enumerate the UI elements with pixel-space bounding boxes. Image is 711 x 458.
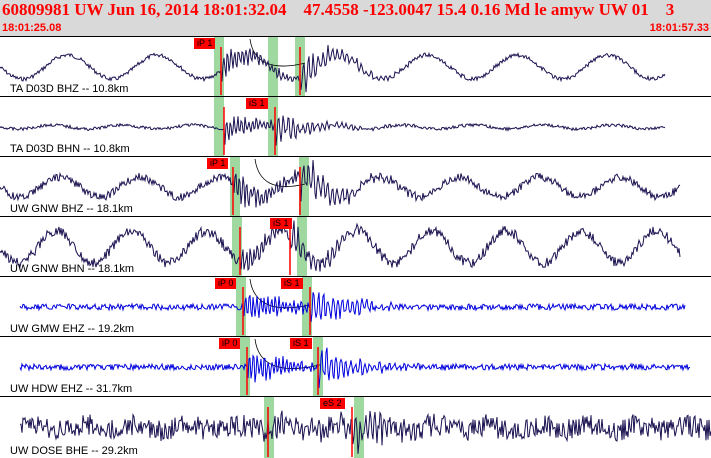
event-info-line: 60809981 UW Jun 16, 2014 18:01:32.04 47.… xyxy=(2,0,675,19)
window-start-time: 18:01:25.08 xyxy=(2,22,62,34)
p-pick-marker[interactable]: iP 0 xyxy=(215,278,237,289)
s-pick-marker[interactable]: iS 1 xyxy=(270,218,292,229)
trace-label: UW GMW EHZ -- 19.2km xyxy=(10,323,135,335)
trace-label: TA D03D BHZ -- 10.8km xyxy=(10,83,129,95)
trace-label: TA D03D BHN -- 10.8km xyxy=(10,143,130,155)
s-pick-marker[interactable]: eS 2 xyxy=(320,398,345,409)
window-end-time: 18:01:57.33 xyxy=(649,22,709,34)
event-header: 60809981 UW Jun 16, 2014 18:01:32.04 47.… xyxy=(0,0,711,36)
trace-panel-hdw-ehz[interactable]: iP 0 iS 1 UW HDW EHZ -- 31.7km xyxy=(0,336,711,396)
trace-panel-dose-bhe[interactable]: eS 2 UW DOSE BHE -- 29.2km xyxy=(0,396,711,458)
trace-panel-d03d-bhn[interactable]: iS 1 TA D03D BHN -- 10.8km xyxy=(0,96,711,156)
trace-label: UW DOSE BHE -- 29.2km xyxy=(10,445,138,457)
trace-panel-gnw-bhz[interactable]: iP 1 UW GNW BHZ -- 18.1km xyxy=(0,156,711,216)
waveform-trace xyxy=(0,160,681,208)
waveform-trace xyxy=(0,115,666,146)
waveform-trace xyxy=(19,347,691,389)
p-pick-marker[interactable]: iP 1 xyxy=(194,38,216,49)
s-pick-marker[interactable]: iS 1 xyxy=(290,338,312,349)
trace-panel-d03d-bhz[interactable]: iP 1 TA D03D BHZ -- 10.8km xyxy=(0,36,711,96)
pick-window-band xyxy=(268,97,278,156)
s-pick-marker[interactable]: iS 1 xyxy=(281,278,303,289)
trace-label: UW GNW BHZ -- 18.1km xyxy=(10,203,133,215)
trace-panel-gmw-ehz[interactable]: iP 0 iS 1 UW GMW EHZ -- 19.2km xyxy=(0,276,711,336)
waveform-trace xyxy=(19,292,686,322)
p-pick-marker[interactable]: iP 1 xyxy=(207,158,229,169)
trace-label: UW HDW EHZ -- 31.7km xyxy=(10,383,133,395)
trace-panel-gnw-bhn[interactable]: iS 1 UW GNW BHN -- 18.1km xyxy=(0,216,711,276)
s-pick-marker[interactable]: iS 1 xyxy=(246,98,268,109)
trace-label: UW GNW BHN -- 18.1km xyxy=(10,263,135,275)
pick-window-band xyxy=(354,397,364,458)
p-pick-marker[interactable]: iP 0 xyxy=(219,338,241,349)
pick-window-band xyxy=(214,97,224,156)
seismogram-panels: iP 1 TA D03D BHZ -- 10.8km iS 1 TA D03D … xyxy=(0,36,711,458)
